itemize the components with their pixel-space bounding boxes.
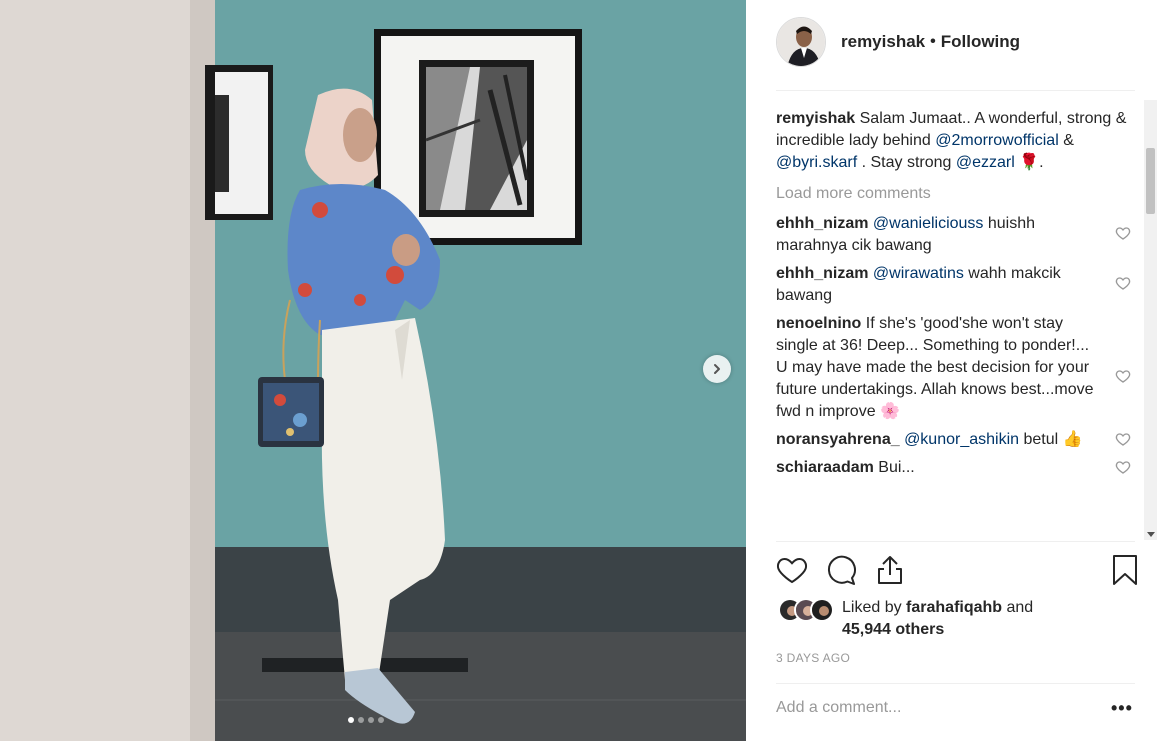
- share-icon[interactable]: [874, 554, 906, 586]
- mention-link[interactable]: @2morrowofficial: [935, 132, 1059, 149]
- avatar-image: [812, 600, 832, 620]
- heart-icon[interactable]: [1115, 368, 1131, 384]
- liker-avatars: [778, 598, 834, 622]
- mention-link[interactable]: @wirawatins: [873, 265, 964, 282]
- heart-icon[interactable]: [1115, 275, 1131, 291]
- photo-image: [0, 0, 746, 741]
- post-caption: remyishak Salam Jumaat.. A wonderful, st…: [776, 108, 1131, 174]
- post-header: remyishak • Following: [776, 17, 1020, 67]
- list-item: ehhh_nizam @wanieliciouss huishh marahny…: [776, 213, 1131, 257]
- chevron-right-icon: [714, 364, 720, 374]
- likes-summary: Liked by farahafiqahb and 45,944 others: [778, 597, 1033, 641]
- comment-username[interactable]: ehhh_nizam: [776, 215, 868, 232]
- heart-icon[interactable]: [1115, 225, 1131, 241]
- list-item: nenoelnino If she's 'good'she won't stay…: [776, 313, 1131, 423]
- liked-by-and: and: [1002, 599, 1034, 616]
- divider: [776, 683, 1135, 684]
- avatar[interactable]: [810, 598, 834, 622]
- comment-username[interactable]: nenoelnino: [776, 315, 861, 332]
- list-item: ehhh_nizam @wirawatins wahh makcik bawan…: [776, 263, 1131, 307]
- avatar-image: [777, 18, 825, 66]
- carousel-indicator: [348, 717, 384, 723]
- comment-input[interactable]: Add a comment...: [776, 699, 901, 717]
- comment-text: Bui...: [873, 459, 915, 476]
- heart-icon[interactable]: [1115, 459, 1131, 475]
- post-timestamp[interactable]: 3 DAYS AGO: [776, 651, 850, 665]
- caption-text: .: [1039, 154, 1044, 171]
- bookmark-icon[interactable]: [1110, 554, 1140, 586]
- scrollbar-thumb[interactable]: [1146, 148, 1155, 214]
- carousel-next-button[interactable]: [703, 355, 731, 383]
- comment-username[interactable]: noransyahrena_: [776, 431, 900, 448]
- divider: [776, 90, 1135, 91]
- carousel-dot: [358, 717, 364, 723]
- post-side-panel: remyishak • Following remyishak Salam Ju…: [746, 0, 1157, 741]
- comment-text: betul 👍: [1019, 431, 1083, 448]
- comment-username[interactable]: ehhh_nizam: [776, 265, 868, 282]
- caption-username[interactable]: remyishak: [776, 110, 855, 127]
- mention-link[interactable]: @ezzarl: [956, 154, 1015, 171]
- post-author-username[interactable]: remyishak: [841, 32, 925, 52]
- load-more-comments-button[interactable]: Load more comments: [776, 183, 1131, 205]
- comment-username[interactable]: schiaraadam: [776, 459, 874, 476]
- header-separator: •: [930, 33, 936, 50]
- divider: [776, 541, 1135, 542]
- rose-emoji: 🌹: [1019, 154, 1040, 171]
- heart-icon[interactable]: [1115, 431, 1131, 447]
- caption-text: &: [1058, 132, 1074, 149]
- post-actions: [776, 554, 1138, 588]
- caption-text: . Stay strong: [857, 154, 956, 171]
- comment-icon[interactable]: [825, 554, 857, 586]
- liked-by-prefix: Liked by: [842, 599, 907, 616]
- carousel-dot: [378, 717, 384, 723]
- likes-text: Liked by farahafiqahb and 45,944 others: [842, 597, 1033, 641]
- comments-list: remyishak Salam Jumaat.. A wonderful, st…: [776, 108, 1131, 540]
- carousel-dot: [368, 717, 374, 723]
- mention-link[interactable]: @kunor_ashikin: [904, 431, 1019, 448]
- more-options-button[interactable]: •••: [1111, 698, 1133, 719]
- liked-by-username[interactable]: farahafiqahb: [906, 599, 1002, 616]
- following-button[interactable]: Following: [941, 32, 1020, 52]
- post-photo[interactable]: [0, 0, 746, 741]
- mention-link[interactable]: @wanieliciouss: [873, 215, 984, 232]
- scroll-down-arrow-icon[interactable]: [1147, 532, 1155, 537]
- avatar[interactable]: [776, 17, 826, 67]
- list-item: noransyahrena_ @kunor_ashikin betul 👍: [776, 429, 1131, 451]
- heart-icon[interactable]: [776, 554, 808, 586]
- comments-scrollbar[interactable]: [1144, 100, 1157, 540]
- mention-link[interactable]: @byri.skarf: [776, 154, 857, 171]
- carousel-dot: [348, 717, 354, 723]
- likes-count-button[interactable]: 45,944 others: [842, 621, 944, 638]
- list-item: schiaraadam Bui...: [776, 457, 1131, 479]
